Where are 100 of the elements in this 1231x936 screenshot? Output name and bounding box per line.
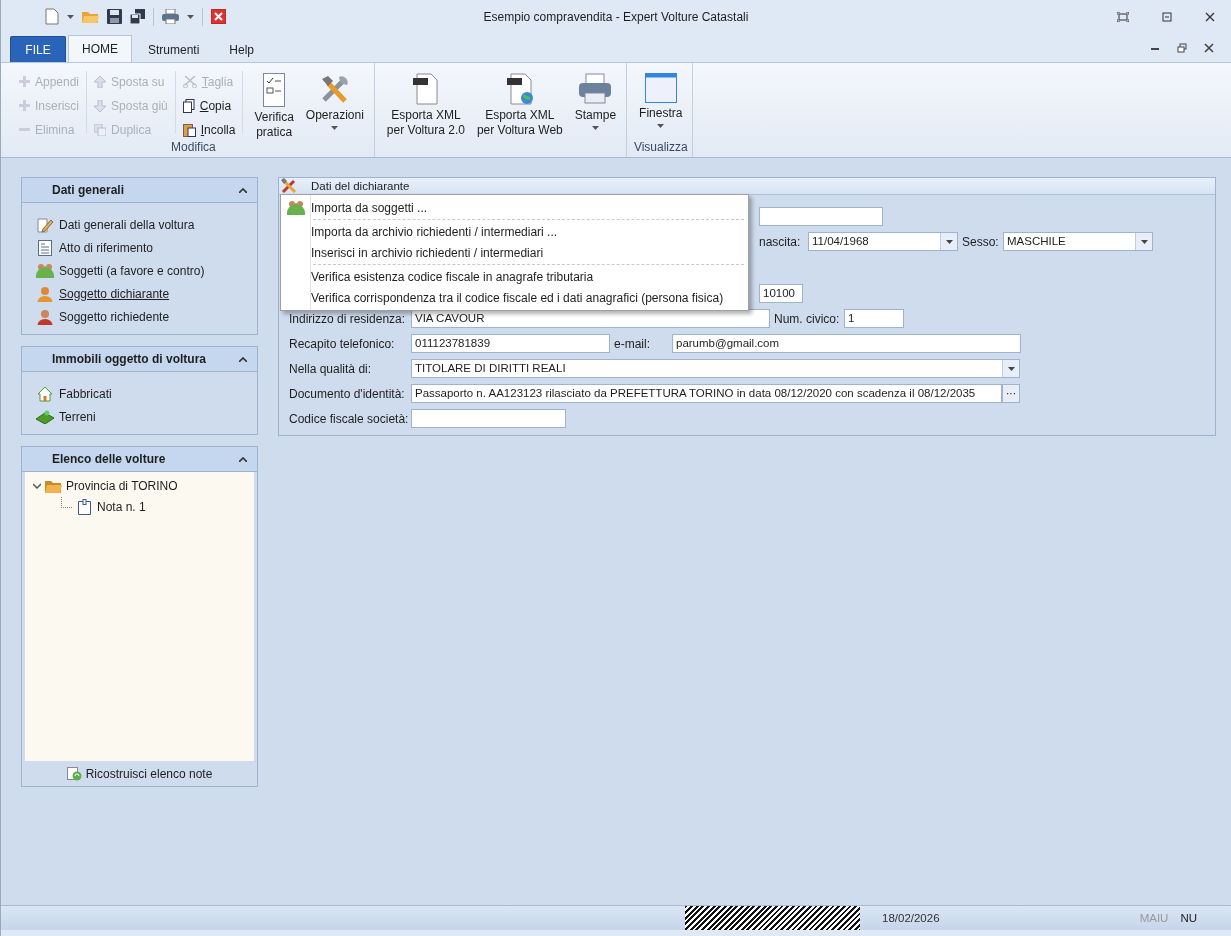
panel-header[interactable]: Dati generali xyxy=(22,178,257,203)
menu-item[interactable]: Importa da archivio richiedenti / intermediari ... xyxy=(281,221,748,242)
group-label: Visualizza xyxy=(633,140,689,156)
collapse-icon[interactable] xyxy=(239,456,247,462)
pencil-icon xyxy=(36,216,54,233)
text-field[interactable]: parumb@gmail.com xyxy=(672,334,1021,353)
ribbon-button[interactable]: Copia xyxy=(180,95,238,116)
caret-icon[interactable] xyxy=(67,14,74,19)
ribbon-button[interactable]: Stampe xyxy=(568,67,623,130)
group-label: Modifica xyxy=(170,140,217,156)
field-label: Sesso: xyxy=(962,234,999,249)
field-label: Recapito telefonico: xyxy=(289,336,396,351)
panel-title: Dati generali xyxy=(52,183,125,197)
new-document-icon[interactable] xyxy=(45,8,59,25)
expand-icon[interactable] xyxy=(33,483,41,489)
person-icon xyxy=(36,285,54,302)
refresh-icon xyxy=(66,766,82,781)
status-indicator: MAIU xyxy=(1139,912,1169,924)
document-icon xyxy=(36,239,54,256)
tools-icon xyxy=(281,178,297,194)
tree-item[interactable]: Nota n. 1 xyxy=(97,500,146,514)
sidebar-item[interactable]: Soggetto dichiarante xyxy=(36,282,257,305)
minimize-icon[interactable] xyxy=(1162,11,1172,22)
field-label: Indirizzo di residenza: xyxy=(289,311,407,326)
people-icon xyxy=(36,263,54,278)
close-icon[interactable] xyxy=(1204,43,1214,53)
land-icon xyxy=(36,409,54,424)
field-label: e-mail: xyxy=(614,336,651,351)
collapse-icon[interactable] xyxy=(239,356,247,362)
dropdown-field[interactable]: TITOLARE DI DIRITTI REALI xyxy=(411,359,1020,378)
note-icon xyxy=(78,499,91,515)
dropdown-field[interactable]: MASCHILE xyxy=(1003,232,1153,251)
panel-title: Elenco delle volture xyxy=(52,452,166,466)
close-icon[interactable] xyxy=(211,9,226,24)
panel-header[interactable]: Elenco delle volture xyxy=(22,447,257,472)
menu-item[interactable]: Verifica esistenza codice fiscale in anagrafe tributaria xyxy=(281,266,748,287)
field-label: nascita: xyxy=(759,234,802,249)
ribbon-button[interactable]: Esporta XML per Voltura 2.0 xyxy=(380,67,471,138)
browse-button[interactable]: ··· xyxy=(1002,384,1020,403)
status-indicator: NU xyxy=(1180,912,1197,924)
text-field[interactable]: VIA CAVOUR xyxy=(411,309,770,328)
printer-icon xyxy=(578,73,613,105)
ribbon-button[interactable]: Esporta XML per Voltura Web xyxy=(470,67,569,138)
ribbon-button[interactable]: Verifica pratica xyxy=(248,67,300,140)
text-field[interactable]: Passaporto n. AA123123 rilasciato da PREFETTURA TORINO in data 08/12/2020 con scadenza il 08/12/2035 xyxy=(411,384,1002,403)
copy-icon xyxy=(182,98,195,113)
arrow-up-icon xyxy=(94,75,107,88)
sidebar-item[interactable]: Dati generali della voltura xyxy=(36,213,257,236)
field-label: Documento d'identità: xyxy=(289,386,406,401)
text-field[interactable] xyxy=(759,207,883,226)
field-label: Num. civico: xyxy=(774,311,840,326)
plus-icon xyxy=(19,100,30,111)
xml-file-icon xyxy=(505,73,534,105)
caret-icon xyxy=(945,239,953,244)
plus-icon xyxy=(19,76,30,87)
arrow-down-icon xyxy=(94,99,107,112)
sidebar-item[interactable]: Soggetto richiedente xyxy=(36,305,257,328)
field-label: Codice fiscale società: xyxy=(289,411,407,426)
sidebar-item[interactable]: Terreni xyxy=(36,405,257,428)
caret-icon[interactable] xyxy=(187,14,194,19)
menu-item[interactable]: Verifica corrispondenza tra il codice fiscale ed i dati anagrafici (persona fisica) xyxy=(281,287,748,308)
window-title: Esempio compravendita - Expert Volture Catastali xyxy=(483,9,749,24)
duplicate-icon xyxy=(94,123,107,136)
close-icon[interactable] xyxy=(1205,11,1215,22)
fullscreen-icon[interactable] xyxy=(1117,11,1129,22)
floppy-disks-icon[interactable] xyxy=(130,9,145,24)
rebuild-button[interactable]: Ricostruisci elenco note xyxy=(60,761,219,786)
person-icon xyxy=(36,308,54,325)
caret-icon xyxy=(1140,239,1148,244)
panel-title: Immobili oggetto di voltura xyxy=(52,352,206,366)
sidebar-item[interactable]: Atto di riferimento xyxy=(36,236,257,259)
panel-header[interactable]: Immobili oggetto di voltura xyxy=(22,347,257,372)
status-date: 18/02/2026 xyxy=(882,912,941,924)
text-field[interactable] xyxy=(411,409,566,428)
menu-item[interactable]: Importa da soggetti ... xyxy=(281,197,748,218)
sidebar-item[interactable]: Soggetti (a favore e contro) xyxy=(36,259,257,282)
menu-item[interactable]: Inserisci in archivio richiedenti / intermediari xyxy=(281,242,748,263)
clipboard-icon xyxy=(182,122,196,137)
people-icon xyxy=(287,200,305,215)
xml-file-icon xyxy=(411,73,440,105)
file-tab[interactable]: FILE xyxy=(10,36,66,62)
ribbon-tab[interactable]: Strumenti xyxy=(134,36,214,62)
text-field[interactable]: 1 xyxy=(844,309,904,328)
ribbon-button[interactable]: Incolla xyxy=(180,119,238,140)
scissors-icon xyxy=(182,75,197,88)
sidebar-item[interactable]: Fabbricati xyxy=(36,382,257,405)
restore-icon[interactable] xyxy=(1177,43,1187,53)
printer-icon[interactable] xyxy=(162,9,179,24)
collapse-icon[interactable] xyxy=(239,187,247,193)
ribbon-tab[interactable]: Help xyxy=(215,36,269,62)
field-label: Nella qualità di: xyxy=(289,361,373,376)
ribbon-tab[interactable]: HOME xyxy=(68,35,132,62)
dropdown-field[interactable]: 11/04/1968 xyxy=(808,232,958,251)
text-field[interactable]: 10100 xyxy=(759,284,803,303)
group-title: Dati del dichiarante xyxy=(311,180,410,192)
ribbon-button[interactable]: Finestra xyxy=(633,67,689,128)
text-field[interactable]: 011123781839 xyxy=(411,334,610,353)
ribbon-button[interactable]: Operazioni xyxy=(299,67,370,130)
house-icon xyxy=(36,385,54,402)
tree-item[interactable]: Provincia di TORINO xyxy=(66,479,178,493)
